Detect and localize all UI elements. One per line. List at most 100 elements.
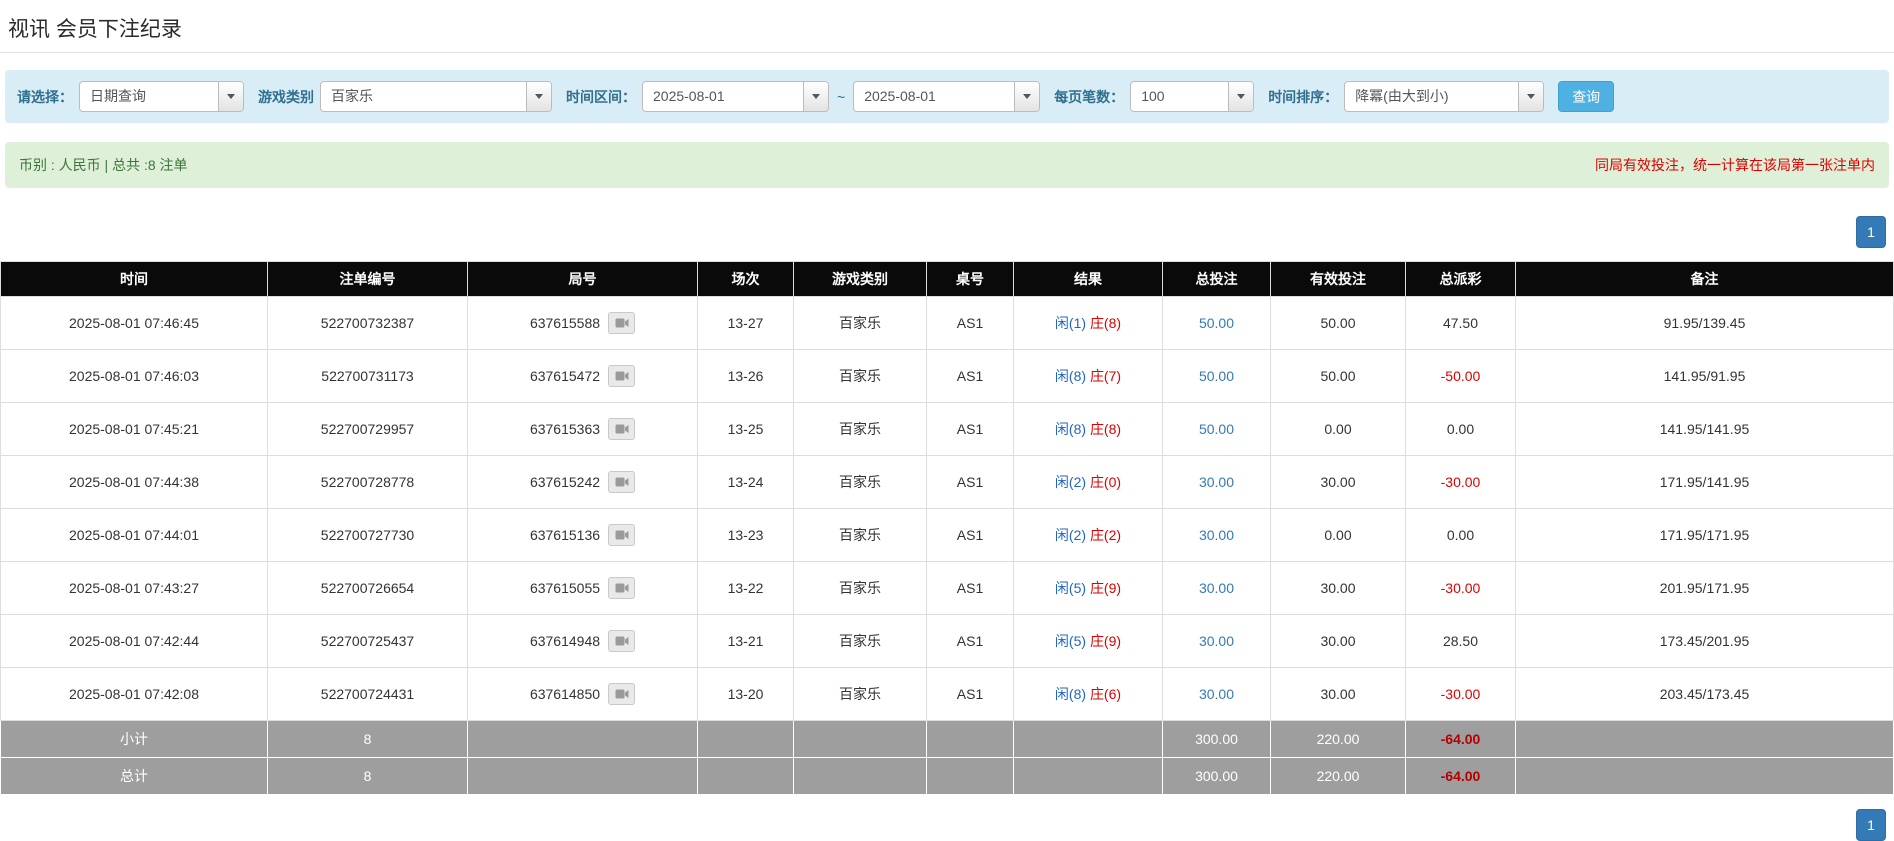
cell-game-type: 百家乐 <box>794 350 927 403</box>
total-bet-link[interactable]: 50.00 <box>1199 315 1234 331</box>
round-id-text: 637614948 <box>530 633 600 649</box>
video-replay-icon[interactable] <box>608 524 635 546</box>
cell-session: 13-27 <box>698 297 794 350</box>
result-banker: 庄(0) <box>1090 474 1121 490</box>
cell-bet-id: 522700727730 <box>268 509 468 562</box>
result-banker: 庄(9) <box>1090 633 1121 649</box>
video-replay-icon[interactable] <box>608 365 635 387</box>
subtotal-row-cell: 300.00 <box>1163 721 1271 758</box>
table-row: 2025-08-01 07:42:44522700725437637614948… <box>1 615 1894 668</box>
column-header: 结果 <box>1014 262 1163 297</box>
video-replay-icon[interactable] <box>608 683 635 705</box>
page-1-button[interactable]: 1 <box>1856 809 1886 841</box>
date-to-dropdown[interactable]: 2025-08-01 <box>853 81 1040 112</box>
cell-total-bet: 30.00 <box>1163 615 1271 668</box>
cell-table-no: AS1 <box>927 668 1014 721</box>
total-bet-link[interactable]: 30.00 <box>1199 580 1234 596</box>
cell-time: 2025-08-01 07:44:38 <box>1 456 268 509</box>
cell-valid-bet: 30.00 <box>1271 456 1406 509</box>
chevron-down-icon[interactable] <box>803 82 828 111</box>
video-replay-icon[interactable] <box>608 312 635 334</box>
cell-time: 2025-08-01 07:42:44 <box>1 615 268 668</box>
column-header: 时间 <box>1 262 268 297</box>
subtotal-row-cell <box>468 721 698 758</box>
column-header: 局号 <box>468 262 698 297</box>
pagination-top: 1 <box>0 216 1894 248</box>
chevron-down-icon[interactable] <box>1228 82 1253 111</box>
result-banker: 庄(8) <box>1090 421 1121 437</box>
cell-game-type: 百家乐 <box>794 668 927 721</box>
result-player: 闲(8) <box>1055 368 1086 384</box>
chevron-down-icon[interactable] <box>1518 82 1543 111</box>
total-row-cell: -64.00 <box>1406 758 1516 795</box>
currency-total-text: 币别 : 人民币 | 总共 :8 注单 <box>19 155 188 175</box>
page-1-button[interactable]: 1 <box>1856 216 1886 248</box>
select-type-dropdown[interactable]: 日期查询 <box>79 81 244 112</box>
subtotal-row-cell: -64.00 <box>1406 721 1516 758</box>
cell-table-no: AS1 <box>927 509 1014 562</box>
cell-total-bet: 50.00 <box>1163 403 1271 456</box>
cell-result: 闲(8) 庄(7) <box>1014 350 1163 403</box>
sort-dropdown[interactable]: 降冪(由大到小) <box>1344 81 1544 112</box>
round-id-text: 637615136 <box>530 527 600 543</box>
round-id-text: 637615242 <box>530 474 600 490</box>
time-range-label: 时间区间： <box>566 87 636 107</box>
result-player: 闲(5) <box>1055 633 1086 649</box>
page-title: 视讯 会员下注纪录 <box>8 18 182 41</box>
cell-valid-bet: 50.00 <box>1271 350 1406 403</box>
total-bet-link[interactable]: 50.00 <box>1199 421 1234 437</box>
total-bet-link[interactable]: 30.00 <box>1199 474 1234 490</box>
page-size-label: 每页笔数： <box>1054 87 1124 107</box>
result-player: 闲(2) <box>1055 527 1086 543</box>
video-replay-icon[interactable] <box>608 577 635 599</box>
subtotal-row-cell <box>927 721 1014 758</box>
cell-time: 2025-08-01 07:43:27 <box>1 562 268 615</box>
chevron-down-icon[interactable] <box>526 82 551 111</box>
cell-total-bet: 30.00 <box>1163 668 1271 721</box>
pagination-bottom: 1 <box>0 809 1894 841</box>
chevron-down-icon[interactable] <box>1014 82 1039 111</box>
video-replay-icon[interactable] <box>608 630 635 652</box>
chevron-down-icon[interactable] <box>218 82 243 111</box>
table-row: 2025-08-01 07:45:21522700729957637615363… <box>1 403 1894 456</box>
search-button[interactable]: 查询 <box>1558 81 1614 112</box>
game-type-dropdown[interactable]: 百家乐 <box>320 81 552 112</box>
table-row: 2025-08-01 07:44:38522700728778637615242… <box>1 456 1894 509</box>
video-replay-icon[interactable] <box>608 471 635 493</box>
cell-payout: -30.00 <box>1406 456 1516 509</box>
cell-payout: -30.00 <box>1406 562 1516 615</box>
cell-result: 闲(5) 庄(9) <box>1014 562 1163 615</box>
cell-table-no: AS1 <box>927 297 1014 350</box>
total-row-cell <box>794 758 927 795</box>
cell-table-no: AS1 <box>927 562 1014 615</box>
total-row-cell <box>468 758 698 795</box>
total-row-cell <box>927 758 1014 795</box>
round-id-text: 637614850 <box>530 686 600 702</box>
cell-table-no: AS1 <box>927 403 1014 456</box>
select-type-label: 请选择： <box>17 87 73 107</box>
column-header: 总派彩 <box>1406 262 1516 297</box>
total-row-cell <box>1516 758 1894 795</box>
total-row-cell: 300.00 <box>1163 758 1271 795</box>
total-row-cell <box>1014 758 1163 795</box>
cell-payout: 0.00 <box>1406 509 1516 562</box>
game-type-value: 百家乐 <box>321 82 526 111</box>
total-row-cell: 220.00 <box>1271 758 1406 795</box>
result-player: 闲(2) <box>1055 474 1086 490</box>
cell-bet-id: 522700726654 <box>268 562 468 615</box>
total-bet-link[interactable]: 30.00 <box>1199 527 1234 543</box>
video-replay-icon[interactable] <box>608 418 635 440</box>
column-header: 游戏类别 <box>794 262 927 297</box>
total-bet-link[interactable]: 30.00 <box>1199 686 1234 702</box>
cell-remark: 201.95/171.95 <box>1516 562 1894 615</box>
round-id-text: 637615472 <box>530 368 600 384</box>
subtotal-row-cell <box>1014 721 1163 758</box>
total-bet-link[interactable]: 50.00 <box>1199 368 1234 384</box>
cell-result: 闲(1) 庄(8) <box>1014 297 1163 350</box>
cell-round-id: 637615588 <box>468 297 698 350</box>
total-bet-link[interactable]: 30.00 <box>1199 633 1234 649</box>
cell-bet-id: 522700731173 <box>268 350 468 403</box>
date-from-dropdown[interactable]: 2025-08-01 <box>642 81 829 112</box>
page-size-dropdown[interactable]: 100 <box>1130 81 1254 112</box>
page-size-value: 100 <box>1131 82 1228 111</box>
